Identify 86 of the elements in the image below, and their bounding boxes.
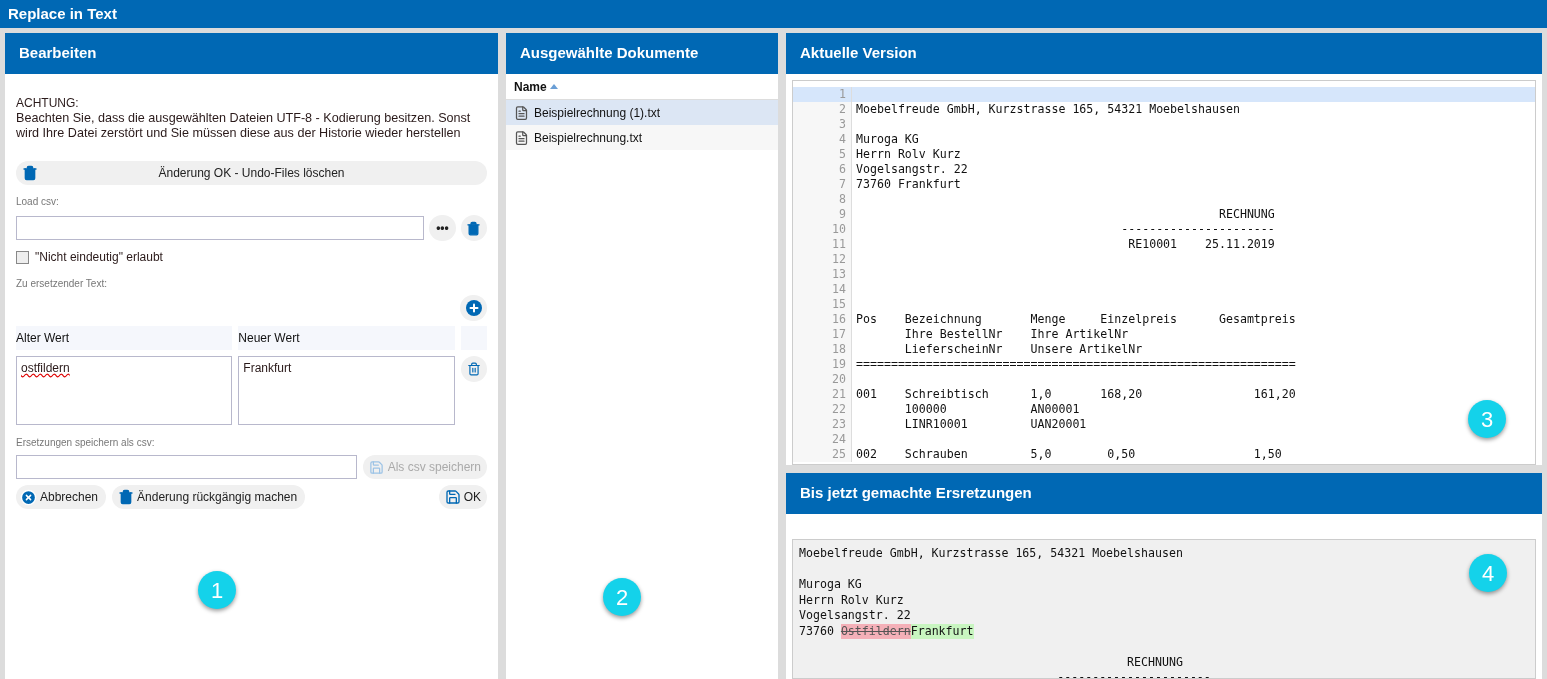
- code-line: Ihre BestellNr Ihre ArtikelNr: [903, 327, 1129, 342]
- csv-file-field[interactable]: [16, 216, 425, 240]
- diff-text: 73760: [799, 623, 835, 639]
- line-number: 5: [793, 147, 852, 162]
- code-line: Pos Bezeichnung Menge Einzelpreis Gesamtpreis: [855, 312, 1296, 327]
- delete-button[interactable]: [460, 215, 487, 241]
- line-number: 3: [793, 117, 852, 132]
- column-header: Neuer Wert: [238, 326, 455, 350]
- old-value-field[interactable]: ostfildern: [16, 356, 233, 425]
- line-number: 25: [793, 447, 852, 462]
- code-line: Vogelsangstr. 22: [855, 162, 968, 177]
- line-number: 12: [793, 252, 852, 267]
- undo-button[interactable]: Änderung rückgängig machen: [112, 485, 306, 509]
- code-line: 73760 Frankfurt: [855, 177, 961, 192]
- code-line: ----------------------: [1120, 222, 1275, 237]
- removed-text: Ostfildern: [840, 623, 911, 639]
- ok-button[interactable]: OK: [438, 485, 487, 509]
- line-number: 7: [793, 177, 852, 192]
- trash-icon: [466, 362, 481, 376]
- panel-header: Aktuelle Version: [786, 33, 1542, 74]
- line-number: 24: [793, 432, 852, 447]
- text-file-icon: [514, 104, 529, 121]
- sort-ascending-icon: [549, 84, 558, 89]
- code-line: ===============================================================: [855, 357, 1296, 372]
- trash-icon: [118, 489, 135, 505]
- confirm-button[interactable]: Änderung OK - Undo-Files löschen: [16, 161, 487, 185]
- add-button[interactable]: [460, 295, 487, 321]
- line-number: 13: [793, 267, 852, 282]
- line-number: 6: [793, 162, 852, 177]
- line-number: 17: [793, 327, 852, 342]
- added-text: Frankfurt: [910, 623, 974, 639]
- load-csv-label: Load csv:: [16, 195, 60, 209]
- diff-text: Moebelfreude GmbH, Kurzstrasse 165, 54321 Moebelshausen: [799, 546, 1183, 562]
- line-number: 18: [793, 342, 852, 357]
- line-number: 4: [793, 132, 852, 147]
- code-line: RECHNUNG: [1217, 207, 1275, 222]
- plus-icon: [465, 300, 482, 316]
- csv-name-field[interactable]: [16, 455, 357, 479]
- diff-text: Vogelsangstr. 22: [799, 608, 911, 624]
- line-number: 22: [793, 402, 852, 417]
- column-header: Alter Wert: [16, 326, 233, 350]
- code-line: Moebelfreude GmbH, Kurzstrasse 165, 54321 Moebelshausen: [855, 102, 1240, 117]
- file-row[interactable]: Beispielrechnung (1).txt: [506, 100, 778, 125]
- file-row[interactable]: Beispielrechnung.txt: [506, 125, 778, 150]
- browse-button[interactable]: •••: [429, 215, 456, 241]
- diff-text: RECHNUNG: [1126, 654, 1183, 670]
- line-number: 16: [793, 312, 852, 327]
- panel-header: Bearbeiten: [5, 33, 498, 74]
- close-icon: [20, 488, 37, 506]
- checkbox[interactable]: [16, 250, 29, 264]
- line-number: 19: [793, 357, 852, 372]
- trash-icon: [466, 220, 482, 236]
- delete-row-button[interactable]: [460, 356, 487, 382]
- new-value-field[interactable]: Frankfurt: [238, 356, 455, 425]
- diff-text: Muroga KG: [799, 577, 862, 593]
- diff-text: ----------------------: [1056, 670, 1211, 678]
- code-line: 100000 AN00001: [903, 402, 1080, 417]
- diff-text: Herrn Rolv Kurz: [799, 592, 904, 608]
- warning-title: ACHTUNG:: [16, 96, 80, 111]
- warning-text: Beachten Sie, dass die ausgewählten Dateien UTF-8 - Kodierung besitzen. Sonst wird Ihre Datei zerstört und Sie müssen diese aus der Historie wieder herstellen: [16, 111, 472, 141]
- code-line: LieferscheinNr Unsere ArtikelNr: [903, 342, 1143, 357]
- panel-header: Ausgewählte Dokumente: [506, 33, 778, 74]
- line-number: 21: [793, 387, 852, 402]
- code-line: 002 Schrauben 5,0 0,50 1,50: [855, 447, 1282, 462]
- line-number: 23: [793, 417, 852, 432]
- checkbox-label: "Nicht eindeutig" erlaubt: [35, 249, 163, 266]
- line-number: 20: [793, 372, 852, 387]
- trash-icon: [22, 165, 38, 181]
- line-number: 8: [793, 192, 852, 207]
- text-file-icon: [514, 129, 529, 146]
- save-label: Ersetzungen speichern als csv:: [16, 436, 156, 450]
- code-line: 001 Schreibtisch 1,0 168,20 161,20: [855, 387, 1296, 402]
- cancel-button[interactable]: Abbrechen: [16, 485, 107, 509]
- line-number: 10: [793, 222, 852, 237]
- line-number: 11: [793, 237, 852, 252]
- window-title: Replace in Text: [0, 0, 1547, 28]
- code-line: Muroga KG: [855, 132, 919, 147]
- code-line: LINR10001 UAN20001: [903, 417, 1087, 432]
- line-number: 2: [793, 102, 852, 117]
- line-number: 15: [793, 297, 852, 312]
- line-number: 14: [793, 282, 852, 297]
- code-line: Herrn Rolv Kurz: [855, 147, 961, 162]
- panel-header: Bis jetzt gemachte Ersretzungen: [786, 473, 1542, 514]
- line-number: 9: [793, 207, 852, 222]
- code-line: RE10001 25.11.2019: [1127, 237, 1275, 252]
- replace-label: Zu ersetzender Text:: [16, 277, 108, 291]
